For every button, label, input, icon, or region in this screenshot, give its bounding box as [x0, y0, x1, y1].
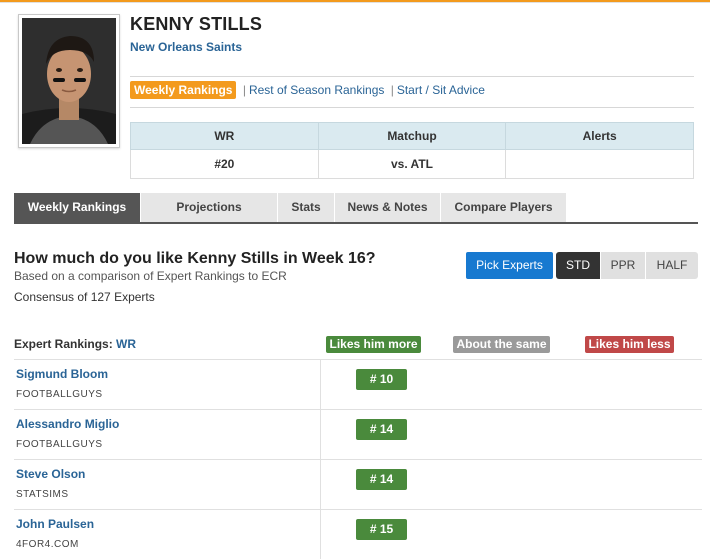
sub-nav-start-sit[interactable]: Start / Sit Advice	[397, 83, 485, 97]
about-same-badge: About the same	[453, 336, 550, 353]
section-title: How much do you like Kenny Stills in Wee…	[14, 250, 376, 267]
likes-more-badge: Likes him more	[326, 336, 421, 353]
sub-nav-separator: |	[390, 83, 394, 97]
player-name: KENNY STILLS	[130, 14, 263, 34]
tab-stats[interactable]: Stats	[278, 193, 335, 222]
sub-nav-weekly-rankings[interactable]: Weekly Rankings	[130, 81, 237, 99]
expert-site: 4FOR4.COM	[16, 539, 79, 550]
player-info-table: WR Matchup Alerts #20 vs. ATL	[130, 122, 694, 179]
expert-name[interactable]: John Paulsen	[16, 517, 94, 531]
scoring-half-button[interactable]: HALF	[646, 252, 698, 279]
expert-rank-badge: # 15	[356, 519, 407, 540]
expert-rank-badge: # 14	[356, 419, 407, 440]
row-divider	[14, 409, 702, 410]
tab-weekly-rankings[interactable]: Weekly Rankings	[14, 193, 141, 222]
likes-less-badge: Likes him less	[585, 336, 674, 353]
expert-rank-badge: # 10	[356, 369, 407, 390]
expert-site: FOOTBALLGUYS	[16, 389, 103, 400]
pick-experts-button[interactable]: Pick Experts	[466, 252, 553, 279]
tab-news-notes[interactable]: News & Notes	[335, 193, 441, 222]
expert-name[interactable]: Alessandro Miglio	[16, 417, 119, 431]
divider	[130, 107, 694, 108]
expert-rankings-label: Expert Rankings:	[14, 337, 113, 351]
expert-site: STATSIMS	[16, 489, 69, 500]
consensus-count: Consensus of 127 Experts	[14, 290, 155, 304]
row-divider	[14, 509, 702, 510]
expert-rankings-header: Expert Rankings: WR	[14, 337, 136, 351]
info-value-matchup: vs. ATL	[317, 149, 507, 179]
scoring-std-button[interactable]: STD	[556, 252, 600, 279]
expert-rankings-position[interactable]: WR	[116, 337, 136, 351]
info-value-rank: #20	[130, 149, 319, 179]
section-subtitle: Based on a comparison of Expert Rankings…	[14, 269, 287, 283]
sub-nav-separator: |	[242, 83, 246, 97]
player-sub-nav: Weekly Rankings | Rest of Season Rankings…	[130, 81, 485, 99]
tab-compare-players[interactable]: Compare Players	[441, 193, 567, 222]
row-divider	[14, 359, 702, 360]
scoring-ppr-button[interactable]: PPR	[601, 252, 645, 279]
info-value-alerts	[505, 149, 694, 179]
main-tabs: Weekly Rankings Projections Stats News &…	[14, 193, 698, 224]
sub-nav-ros-rankings[interactable]: Rest of Season Rankings	[249, 83, 384, 97]
expert-site: FOOTBALLGUYS	[16, 439, 103, 450]
expert-name[interactable]: Sigmund Bloom	[16, 367, 108, 381]
player-photo	[18, 14, 120, 148]
info-header-alerts: Alerts	[505, 122, 694, 150]
info-header-position: WR	[130, 122, 319, 150]
divider	[130, 76, 694, 77]
player-headshot-icon	[22, 18, 116, 144]
info-header-matchup: Matchup	[317, 122, 507, 150]
tab-projections[interactable]: Projections	[141, 193, 278, 222]
expert-rank-badge: # 14	[356, 469, 407, 490]
row-divider	[14, 459, 702, 460]
expert-name[interactable]: Steve Olson	[16, 467, 85, 481]
top-border	[0, 0, 710, 3]
player-team-link[interactable]: New Orleans Saints	[130, 40, 242, 54]
